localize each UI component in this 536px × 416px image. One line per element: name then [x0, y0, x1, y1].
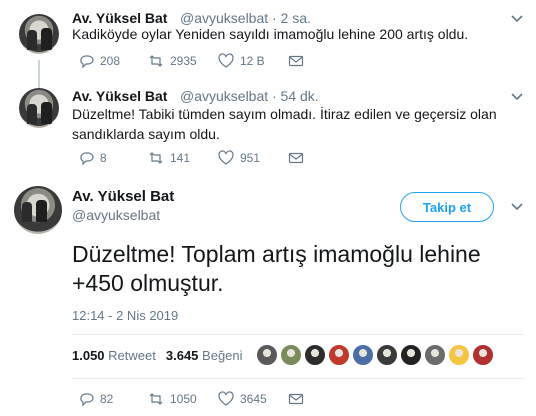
tweet-actions: 8 141 951	[78, 148, 304, 168]
retweet-icon	[149, 393, 163, 405]
author-handle[interactable]: @avyukselbat	[180, 88, 268, 104]
heart-icon	[218, 391, 234, 406]
tweet-actions: 208 2935 12 B	[78, 51, 304, 71]
retweet-count: 141	[170, 151, 191, 165]
tweet-timestamp[interactable]: 12:14 - 2 Nis 2019	[72, 308, 178, 323]
avatar[interactable]	[19, 14, 59, 54]
retweet-button[interactable]: 2935	[148, 53, 218, 69]
liker-avatar[interactable]	[328, 344, 350, 366]
envelope-icon	[288, 152, 304, 164]
retweet-button[interactable]: 1050	[148, 391, 218, 407]
liker-avatar[interactable]	[256, 344, 278, 366]
liker-avatar[interactable]	[400, 344, 422, 366]
author-name[interactable]: Av. Yüksel Bat	[72, 88, 167, 104]
liker-avatar[interactable]	[448, 344, 470, 366]
chevron-down-icon[interactable]	[510, 200, 524, 214]
engagement-stats: 1.050 Retweet 3.645 Beğeni	[72, 348, 243, 363]
retweet-icon	[149, 152, 163, 164]
liker-avatar[interactable]	[280, 344, 302, 366]
retweet-stat-count: 1.050	[72, 348, 105, 363]
envelope-icon	[288, 55, 304, 67]
like-count: 3645	[240, 392, 267, 406]
like-count: 12 B	[240, 54, 265, 68]
like-button[interactable]: 12 B	[218, 53, 288, 69]
retweet-count: 2935	[170, 54, 197, 68]
dm-button[interactable]	[288, 391, 304, 407]
like-stat-label: Beğeni	[202, 348, 243, 363]
reply-button[interactable]: 8	[78, 150, 148, 166]
envelope-icon	[288, 393, 304, 405]
liker-avatar[interactable]	[424, 344, 446, 366]
tweet-actions: 82 1050 3645	[78, 389, 304, 409]
like-stat[interactable]: 3.645 Beğeni	[166, 348, 243, 363]
tweet-text: Düzeltme! Tabiki tümden sayım olmadı. İt…	[72, 106, 497, 142]
liker-avatars	[256, 344, 494, 366]
reply-icon	[80, 393, 94, 407]
liker-avatar[interactable]	[352, 344, 374, 366]
avatar[interactable]	[19, 88, 59, 128]
liker-avatar[interactable]	[472, 344, 494, 366]
reply-button[interactable]: 82	[78, 391, 148, 407]
like-stat-count: 3.645	[165, 348, 199, 363]
reply-icon	[80, 152, 94, 166]
heart-icon	[218, 53, 234, 68]
reply-count: 82	[100, 392, 114, 406]
like-count: 951	[240, 151, 261, 165]
divider	[72, 334, 524, 335]
reply-button[interactable]: 208	[78, 53, 148, 69]
heart-icon	[218, 150, 234, 165]
retweet-button[interactable]: 141	[148, 150, 218, 166]
tweet-time[interactable]: · 54 dk.	[272, 88, 319, 104]
dm-button[interactable]	[288, 150, 304, 166]
author-handle[interactable]: @avyukselbat	[72, 207, 160, 223]
retweet-stat[interactable]: 1.050 Retweet	[72, 348, 156, 363]
retweet-icon	[149, 55, 163, 67]
liker-avatar[interactable]	[304, 344, 326, 366]
like-button[interactable]: 3645	[218, 391, 288, 407]
follow-button[interactable]: Takip et	[400, 192, 494, 222]
tweet-text: Kadiköyde oylar Yeniden sayıldı imamoğlu…	[72, 26, 469, 42]
author-name[interactable]: Av. Yüksel Bat	[72, 188, 174, 205]
like-button[interactable]: 951	[218, 150, 288, 166]
main-tweet-text: Düzeltme! Toplam artış imamoğlu lehine +…	[72, 241, 481, 296]
reply-count: 208	[100, 54, 121, 68]
reply-count: 8	[100, 151, 107, 165]
avatar[interactable]	[14, 186, 62, 234]
divider	[72, 378, 524, 379]
liker-avatar[interactable]	[376, 344, 398, 366]
reply-icon	[80, 55, 94, 69]
dm-button[interactable]	[288, 53, 304, 69]
chevron-down-icon[interactable]	[510, 90, 524, 104]
retweet-count: 1050	[170, 392, 197, 406]
thread-line	[38, 60, 40, 88]
retweet-stat-label: Retweet	[108, 348, 156, 363]
